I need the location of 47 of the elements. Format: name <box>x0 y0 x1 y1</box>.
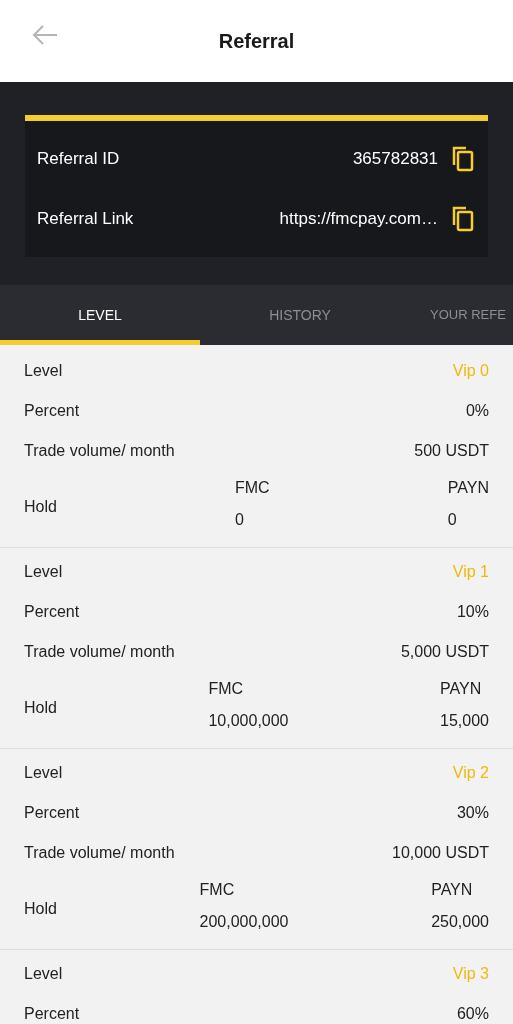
asset-name: PAYN <box>431 880 474 900</box>
field-value: https://fmcpay.com… <box>279 208 438 231</box>
asset-name: PAYN <box>440 679 483 699</box>
asset-name: FMC <box>199 880 236 900</box>
asset-amount: 10,000,000 <box>208 711 289 731</box>
row-value: Vip 0 <box>452 361 489 381</box>
copy-icon[interactable] <box>452 206 474 232</box>
row-label: Trade volume/ month <box>24 441 175 461</box>
row-value: Vip 1 <box>452 562 489 582</box>
page-title: Referral <box>218 29 295 54</box>
row-label: Level <box>24 361 63 381</box>
row-label: Trade volume/ month <box>24 642 175 662</box>
row-label: Hold <box>24 698 57 718</box>
field-label: Referral Link <box>37 208 134 231</box>
copy-icon[interactable] <box>452 146 474 172</box>
row-label: Level <box>24 964 63 984</box>
row-label: Percent <box>24 803 80 823</box>
row-label: Trade volume/ month <box>24 843 175 863</box>
asset-name: PAYN <box>447 478 489 498</box>
row-label: Level <box>24 562 63 582</box>
field-label: Referral ID <box>37 148 120 171</box>
tab[interactable]: YOUR REFE <box>400 285 513 345</box>
asset-name: FMC <box>208 679 245 699</box>
row-label: Level <box>24 763 63 783</box>
row-value: 60% <box>456 1004 489 1024</box>
row-value: 5,000 USDT <box>400 642 489 662</box>
asset-amount: 250,000 <box>431 912 489 932</box>
row-label: Percent <box>24 401 80 421</box>
row-label: Percent <box>24 1004 80 1024</box>
row-value: 10% <box>456 602 489 622</box>
row-value: Vip 2 <box>452 763 489 783</box>
row-value: Vip 3 <box>452 964 489 984</box>
asset-amount: 0 <box>235 510 245 530</box>
tab[interactable]: LEVEL <box>0 285 200 345</box>
row-label: Percent <box>24 602 80 622</box>
row-value: 0% <box>465 401 489 421</box>
row-label: Hold <box>24 899 57 919</box>
tab[interactable]: HISTORY <box>200 285 400 345</box>
row-value: 30% <box>456 803 489 823</box>
row-value: 500 USDT <box>414 441 489 461</box>
row-label: Hold <box>24 497 57 517</box>
field-value: 365782831 <box>352 148 438 171</box>
asset-name: FMC <box>235 478 270 498</box>
asset-amount: 200,000,000 <box>199 912 289 932</box>
asset-amount: 15,000 <box>440 711 489 731</box>
row-value: 10,000 USDT <box>392 843 489 863</box>
asset-amount: 0 <box>447 510 458 530</box>
